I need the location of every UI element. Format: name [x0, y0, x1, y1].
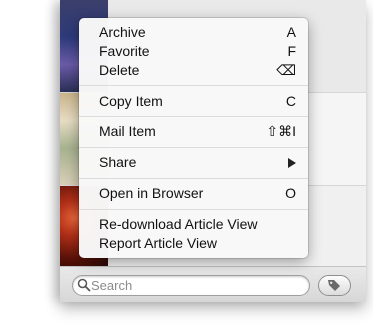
tag-icon	[328, 280, 340, 291]
menu-item-share[interactable]: Share	[79, 153, 308, 172]
menu-item-redownload-article-view[interactable]: Re-download Article View	[79, 215, 308, 234]
menu-item-report-article-view[interactable]: Report Article View	[79, 234, 308, 253]
menu-item-copy-item[interactable]: Copy Item C	[79, 92, 308, 111]
menu-item-archive[interactable]: Archive A	[79, 23, 308, 42]
bottom-toolbar: Search	[60, 266, 366, 302]
menu-separator	[79, 178, 308, 179]
search-icon	[77, 278, 91, 292]
search-field[interactable]: Search	[72, 275, 310, 296]
menu-separator	[79, 147, 308, 148]
menu-item-delete[interactable]: Delete ⌫	[79, 61, 308, 80]
shortcut-label: ⌫	[276, 62, 296, 78]
menu-separator	[79, 85, 308, 86]
shortcut-label: O	[285, 185, 296, 201]
shortcut-label: C	[285, 93, 296, 109]
menu-item-open-in-browser[interactable]: Open in Browser O	[79, 184, 308, 203]
shortcut-label: F	[287, 43, 296, 59]
menu-item-mail-item[interactable]: Mail Item ⇧⌘I	[79, 122, 308, 141]
chevron-right-icon	[288, 158, 296, 168]
menu-item-favorite[interactable]: Favorite F	[79, 42, 308, 61]
context-menu: Archive A Favorite F Delete ⌫ Copy Item …	[79, 18, 308, 258]
menu-separator	[79, 209, 308, 210]
shortcut-label: ⇧⌘I	[266, 123, 296, 139]
shortcut-label: A	[286, 24, 296, 40]
search-placeholder: Search	[91, 278, 133, 293]
menu-separator	[79, 116, 308, 117]
tag-button[interactable]	[318, 275, 351, 296]
